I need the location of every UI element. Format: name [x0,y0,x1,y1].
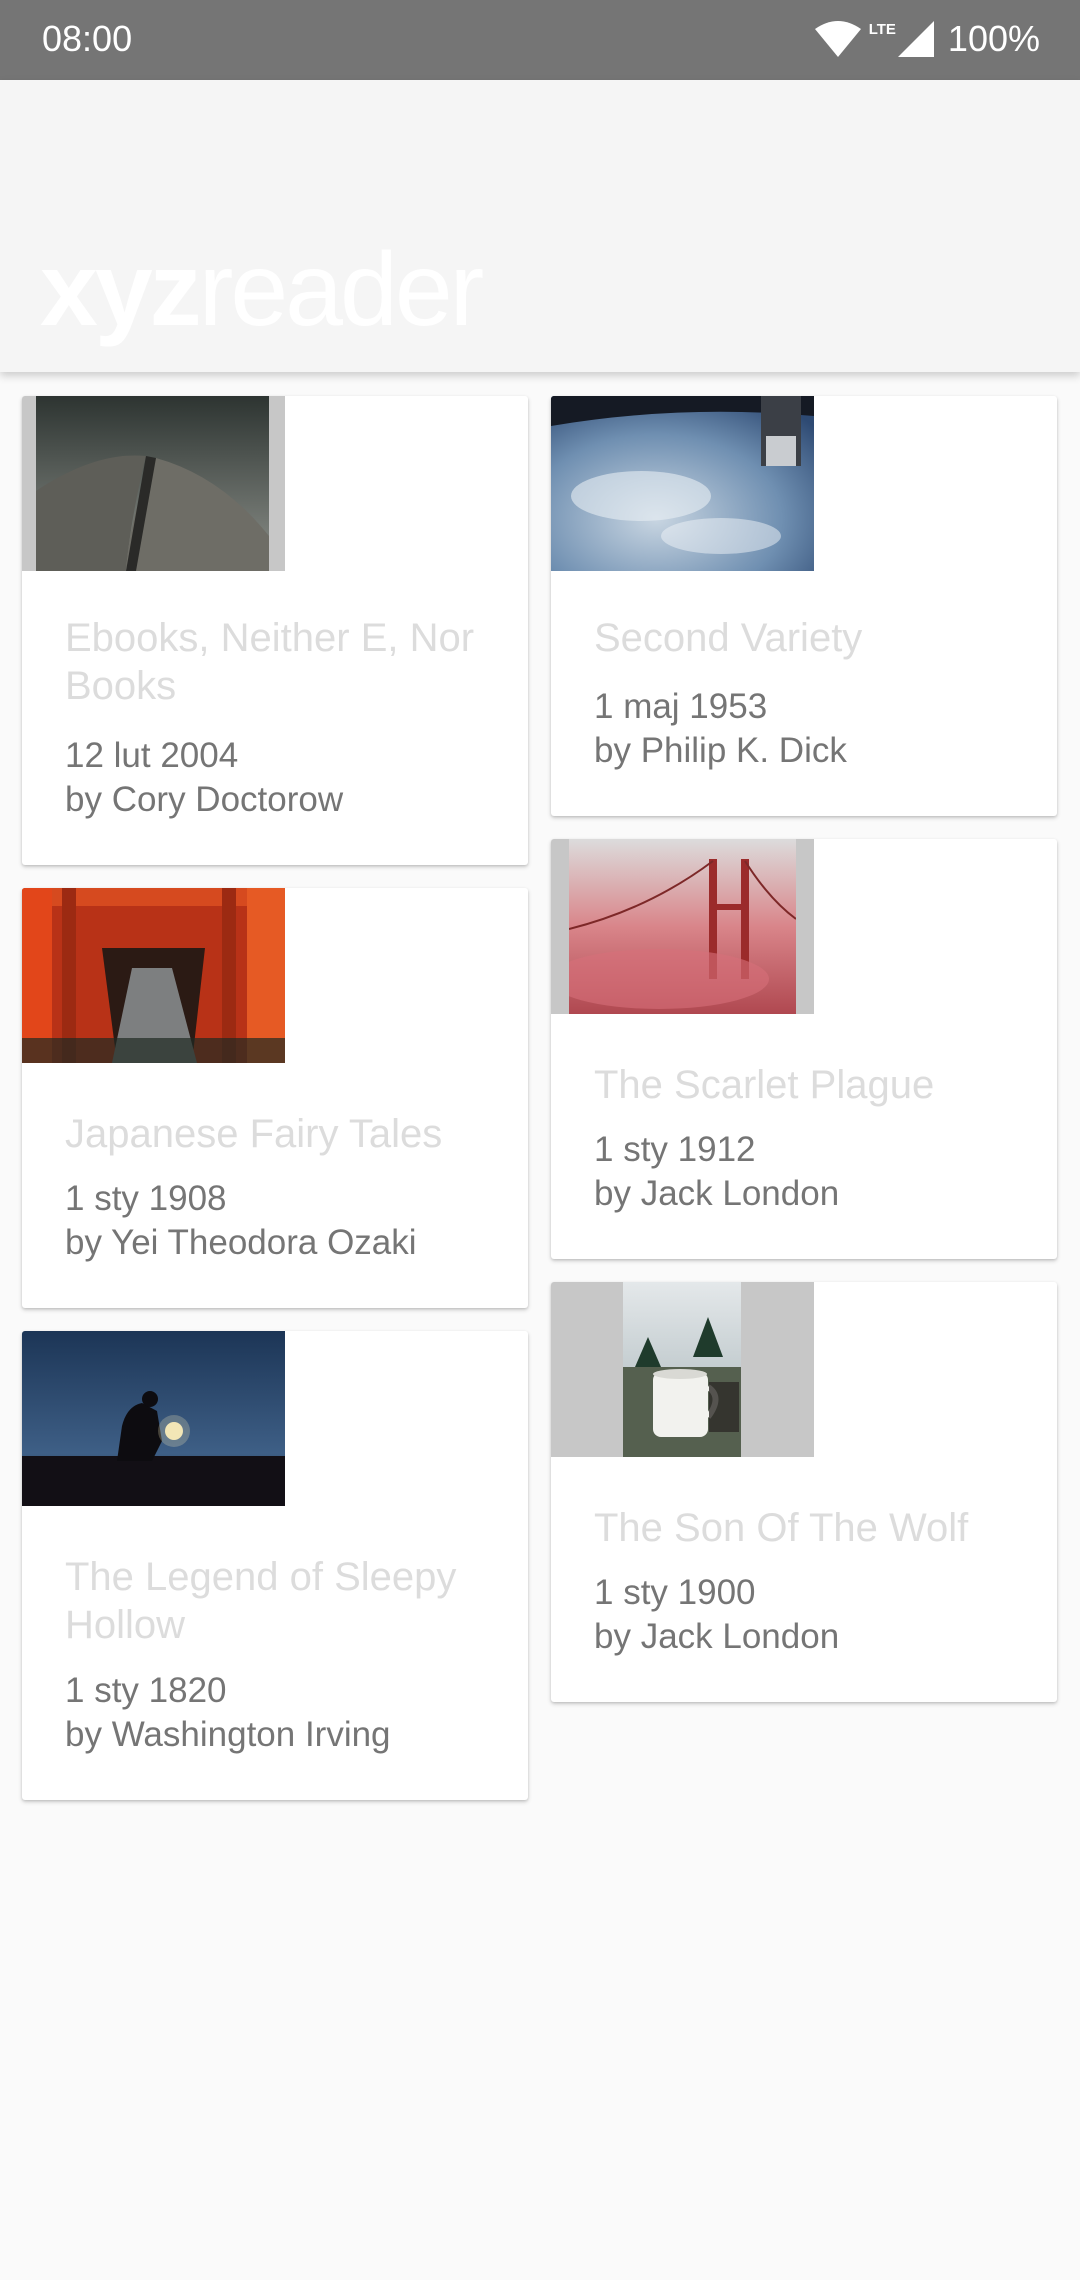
article-author: by Cory Doctorow [65,780,344,819]
signal-icon [896,19,936,59]
network-type: LTE [868,20,896,38]
bridge-in-red-fog-image [569,839,796,1014]
article-thumbnail [22,1331,285,1506]
article-author: by Jack London [594,1617,840,1656]
article-author: by Yei Theodora Ozaki [65,1223,417,1262]
article-thumbnail [551,396,814,571]
status-bar: 08:00 LTE 100% [0,0,1080,80]
figure-with-lantern-image [22,1331,285,1506]
article-date: 1 sty 1908 [65,1179,227,1218]
article-author: by Philip K. Dick [594,731,847,770]
article-card[interactable]: The Son Of The Wolf 1 sty 1900 by Jack L… [551,1282,1057,1702]
article-card[interactable]: The Legend of Sleepy Hollow 1 sty 1820 b… [22,1331,528,1800]
wifi-icon [813,19,863,59]
camping-mug-image [623,1282,741,1457]
battery-level: 100% [947,18,1040,59]
article-thumbnail [551,839,814,1014]
article-author: by Jack London [594,1174,840,1213]
article-card[interactable]: Second Variety 1 maj 1953 by Philip K. D… [551,396,1057,816]
article-date: 1 sty 1820 [65,1671,227,1710]
article-title: The Legend of Sleepy Hollow [65,1555,457,1647]
opera-house-roof-image [36,396,269,571]
logo-light: reader [198,232,485,348]
article-date: 12 lut 2004 [65,736,239,775]
app-bar: xyzreader [0,80,1080,372]
article-card[interactable]: The Scarlet Plague 1 sty 1912 by Jack Lo… [551,839,1057,1259]
status-icons: LTE 100% [813,14,1040,64]
article-date: 1 sty 1900 [594,1573,756,1612]
article-title: Japanese Fairy Tales [65,1112,443,1156]
logo-bold: xyz [40,232,202,348]
article-author: by Washington Irving [65,1715,391,1754]
article-date: 1 sty 1912 [594,1130,756,1169]
article-title: Ebooks, Neither E, Nor Books [65,616,475,708]
article-title: The Scarlet Plague [594,1063,935,1107]
article-card[interactable]: Ebooks, Neither E, Nor Books 12 lut 2004… [22,396,528,865]
article-title: The Son Of The Wolf [594,1506,969,1550]
torii-gates-image [22,888,285,1063]
article-card[interactable]: Japanese Fairy Tales 1 sty 1908 by Yei T… [22,888,528,1308]
status-time: 08:00 [42,18,133,59]
article-title: Second Variety [594,616,863,660]
article-date: 1 maj 1953 [594,687,768,726]
article-thumbnail [22,396,285,571]
app-logo: xyzreader [40,238,484,342]
earth-from-space-image [551,396,814,571]
article-thumbnail [22,888,285,1063]
article-thumbnail [551,1282,814,1457]
